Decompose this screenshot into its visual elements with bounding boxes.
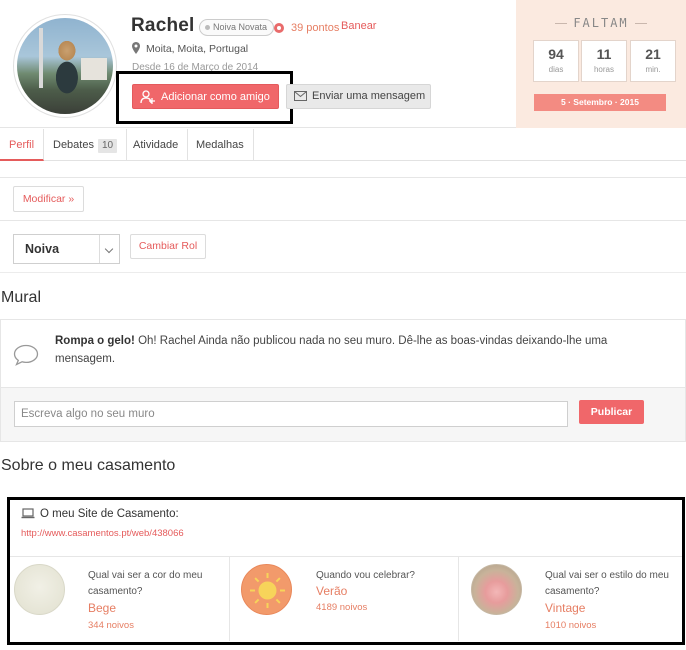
wedding-title: Sobre o meu casamento [1, 457, 176, 474]
vintage-style-image [471, 564, 522, 615]
profile-location: Moita, Moita, Portugal [146, 43, 249, 55]
badge-dot-icon [205, 25, 210, 30]
mural-notice-text: Oh! Rachel Ainda não publicou nada no se… [55, 335, 608, 365]
mural-notice: Rompa o gelo! Oh! Rachel Ainda não publi… [55, 332, 625, 368]
mural-title: Mural [1, 289, 42, 306]
laptop-icon [21, 508, 35, 519]
ban-link[interactable]: Banear [341, 20, 376, 32]
tab-label: Debates [53, 139, 94, 151]
color-swatch-beige [14, 564, 65, 615]
profile-tabs: Perfil Debates 10 Atividade Medalhas [0, 129, 686, 161]
tab-atividade[interactable]: Atividade [124, 129, 189, 161]
points-icon [274, 23, 284, 33]
sun-icon [250, 573, 285, 608]
tab-label: Medalhas [196, 139, 244, 151]
countdown-days: 94 dias [533, 40, 579, 82]
color-question: Qual vai ser a cor do meu casamento? [88, 570, 203, 597]
send-message-button[interactable]: Enviar uma mensagem [286, 84, 431, 109]
status-badge: Noiva Novata [199, 19, 275, 36]
season-count[interactable]: 4189 noivos [316, 602, 367, 613]
countdown-minutes: 21 min. [630, 40, 676, 82]
summer-icon [241, 564, 292, 615]
modify-button[interactable]: Modificar » [13, 186, 84, 212]
send-message-label: Enviar uma mensagem [312, 90, 426, 102]
color-answer[interactable]: Bege [88, 601, 116, 615]
wedding-site-label: O meu Site de Casamento: [40, 508, 179, 520]
change-role-button[interactable]: Cambiar Rol [130, 234, 206, 259]
points-count[interactable]: 39 pontos [291, 22, 339, 34]
highlight-box [116, 71, 293, 124]
avatar[interactable] [13, 14, 117, 118]
debates-count: 10 [97, 139, 118, 153]
modify-panel [0, 177, 686, 221]
minutes-value: 21 [645, 46, 661, 62]
season-question: Quando vou celebrar? [316, 570, 415, 581]
days-label: dias [548, 65, 564, 74]
publish-button[interactable]: Publicar [579, 400, 644, 424]
countdown-title: FALTAM [516, 16, 686, 30]
chevron-down-icon [99, 235, 119, 263]
wedding-date-ribbon: 5 · Setembro · 2015 [524, 94, 676, 111]
style-question: Qual vai ser o estilo do meu casamento? [545, 570, 669, 597]
wedding-site-link[interactable]: http://www.casamentos.pt/web/438066 [21, 528, 184, 539]
hours-value: 11 [596, 46, 612, 62]
location-pin-icon [132, 42, 140, 54]
style-count[interactable]: 1010 noivos [545, 620, 596, 631]
style-answer[interactable]: Vintage [545, 601, 585, 615]
color-count[interactable]: 344 noivos [88, 620, 134, 631]
hours-label: horas [593, 65, 614, 74]
countdown-panel: FALTAM 94 dias 11 horas 21 min. 5 · Sete… [516, 0, 686, 128]
days-value: 94 [548, 46, 564, 62]
profile-name: Rachel [131, 15, 195, 36]
divider [10, 556, 682, 557]
wall-post-input[interactable]: Escreva algo no seu muro [14, 401, 568, 427]
badge-label: Noiva Novata [213, 22, 268, 32]
countdown-hours: 11 horas [581, 40, 627, 82]
tab-label: Perfil [9, 139, 35, 151]
minutes-label: min. [645, 65, 661, 74]
mural-notice-bold: Rompa o gelo! [55, 335, 135, 347]
tab-perfil[interactable]: Perfil [0, 129, 45, 161]
divider [0, 272, 686, 273]
divider [458, 557, 459, 641]
season-answer[interactable]: Verão [316, 584, 347, 598]
tab-medalhas[interactable]: Medalhas [187, 129, 254, 161]
tab-debates[interactable]: Debates 10 [44, 129, 128, 161]
envelope-icon [294, 91, 307, 101]
divider [229, 557, 230, 641]
speech-bubble-icon [13, 344, 39, 366]
role-select-value: Noiva [25, 242, 60, 256]
avatar-photo [17, 18, 113, 114]
role-select[interactable]: Noiva [13, 234, 120, 264]
tab-label: Atividade [133, 139, 179, 151]
